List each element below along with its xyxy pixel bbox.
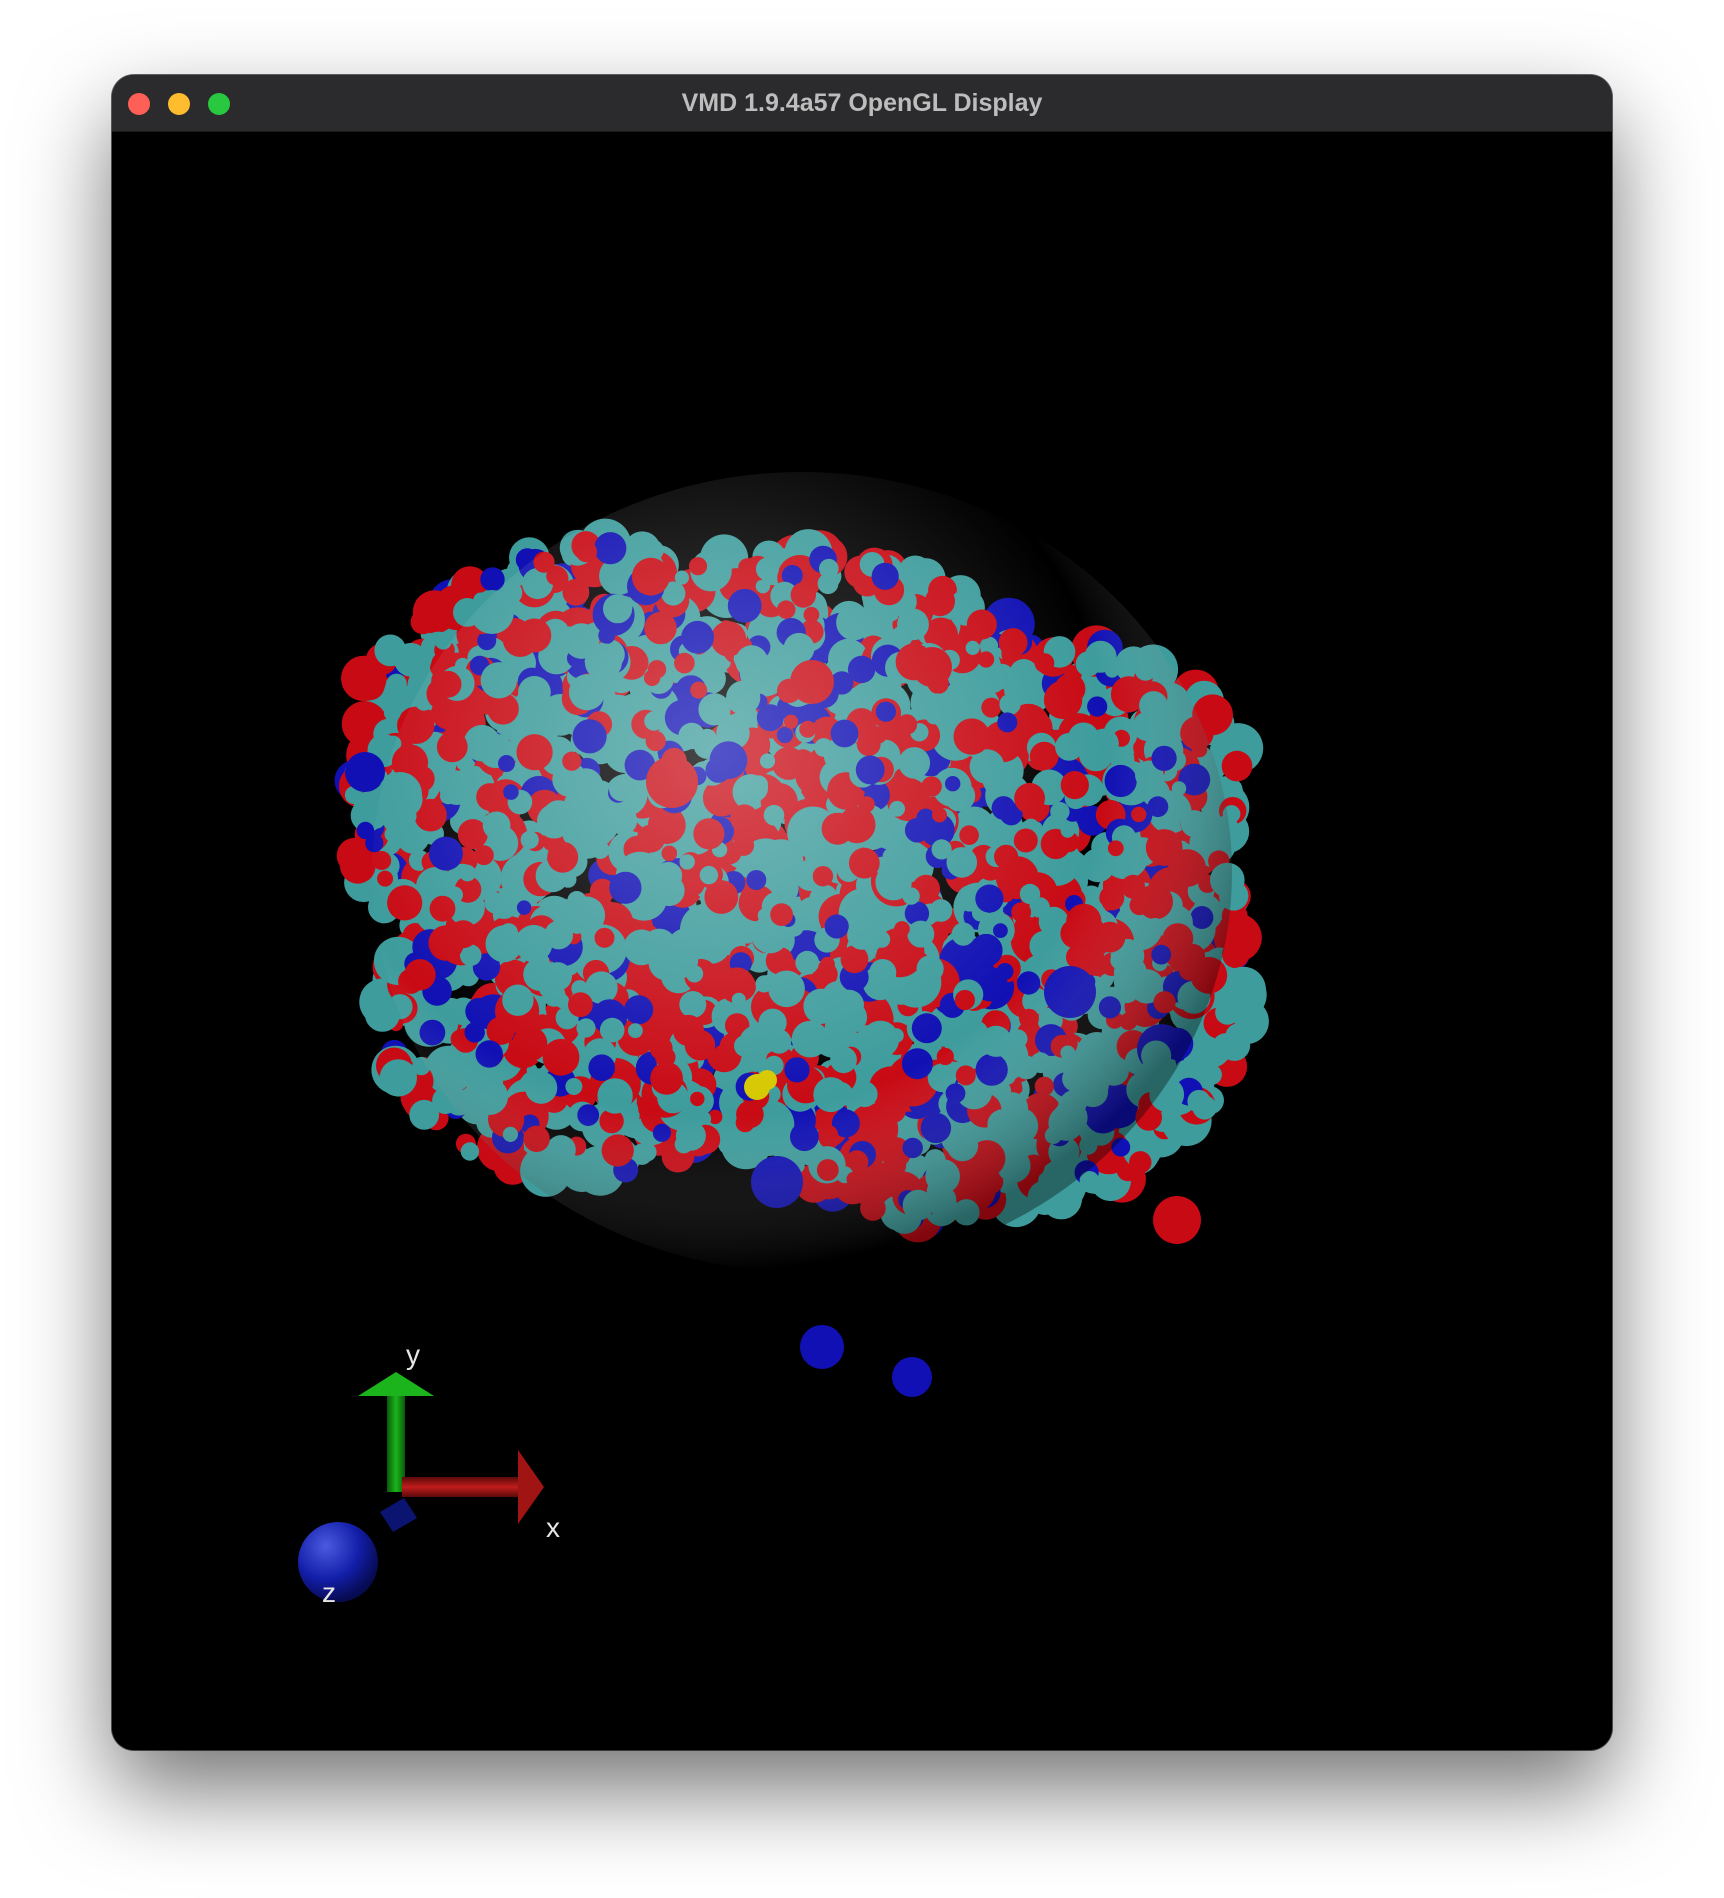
- title-bar[interactable]: VMD 1.9.4a57 OpenGL Display: [112, 75, 1612, 132]
- z-axis-ball: [298, 1522, 378, 1602]
- x-axis-label: x: [546, 1512, 560, 1543]
- y-axis-arrowhead: [358, 1372, 434, 1396]
- molecule-render: y x z: [298, 472, 1269, 1608]
- y-axis-label: y: [406, 1339, 420, 1370]
- x-axis-shaft: [402, 1477, 522, 1497]
- opengl-viewport[interactable]: y x z: [112, 132, 1612, 1750]
- vmd-display-window: VMD 1.9.4a57 OpenGL Display y x z: [112, 75, 1612, 1750]
- x-axis-arrowhead: [518, 1450, 544, 1524]
- axes-indicator: y x z: [298, 1339, 560, 1608]
- protein-surface-shading: [372, 472, 1232, 1272]
- z-axis-shaft: [380, 1498, 417, 1532]
- z-axis-label: z: [322, 1577, 336, 1608]
- window-title: VMD 1.9.4a57 OpenGL Display: [681, 89, 1043, 117]
